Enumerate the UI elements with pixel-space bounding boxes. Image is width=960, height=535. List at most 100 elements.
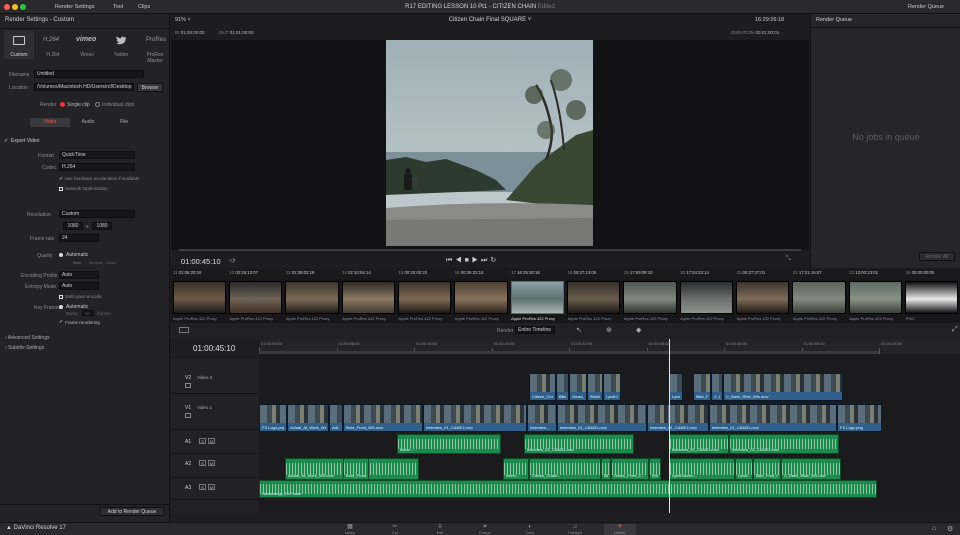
zoom-dot[interactable] (20, 4, 26, 10)
codec-select[interactable]: H.264 (59, 163, 135, 171)
video-clip[interactable]: Citizen_Chain... (529, 373, 556, 401)
clip-thumbnail[interactable] (567, 281, 621, 314)
page-edit[interactable]: ≡ Edit (424, 524, 456, 535)
pointer-icon[interactable]: ↖ (576, 326, 582, 334)
video-clip[interactable]: Interview... (527, 404, 557, 432)
timeline-options-icon[interactable] (179, 327, 189, 333)
format-select[interactable]: QuickTime (59, 151, 135, 159)
reverse-icon[interactable]: ◀ (455, 257, 464, 264)
clip-thumbnail[interactable] (228, 281, 283, 314)
encoding-profile-select[interactable]: Auto (59, 271, 99, 279)
quality-best[interactable]: Best (73, 260, 81, 265)
timeline-ruler[interactable]: 01:00:00:00 01:00:08:00 01:00:16:00 01:00:2… (259, 339, 960, 354)
go-start-icon[interactable]: ⏮ (446, 257, 455, 264)
page-media[interactable]: ▦ Media (334, 524, 366, 535)
tab-file[interactable]: File (106, 118, 142, 127)
multipass-checkbox[interactable] (59, 295, 63, 299)
track-monitor-icon[interactable] (185, 383, 191, 388)
video-clip[interactable]: Working_... (587, 373, 603, 401)
video-clip[interactable]: FX Logo.png (259, 404, 287, 432)
video-clip[interactable]: Gears_Front_C... (569, 373, 587, 401)
fullscreen-icon[interactable]: ⤡ (786, 256, 791, 263)
loop-icon[interactable]: ↻ (490, 257, 499, 264)
video-clip[interactable]: Interview_01_CAM01.mov (647, 404, 709, 432)
render-range-select[interactable]: Entire Timeline (515, 326, 555, 334)
tab-video[interactable]: Video (30, 118, 70, 127)
entropy-mode-select[interactable]: Auto (59, 282, 99, 290)
settings-icon[interactable]: ⚙ (947, 525, 953, 533)
clip-thumbnail[interactable] (285, 281, 339, 314)
link-icon[interactable]: ⊕ (606, 326, 612, 334)
clip-thumbnail[interactable] (341, 281, 395, 314)
timeline-name[interactable]: Citizen Chain Final SQUARE ˅ (371, 17, 609, 23)
clip-thumbnail[interactable] (623, 281, 677, 314)
clip-thumbnail[interactable] (397, 281, 452, 314)
track-mute-button[interactable]: M (208, 460, 215, 466)
audio-clip[interactable]: Hooterangs_DOT.wav (259, 480, 877, 498)
video-clip[interactable]: Interview_01_CAM01.mov (557, 404, 647, 432)
preset-prores[interactable]: ProRes ProRes Master (140, 31, 170, 64)
audio-clip[interactable]: Lyndi... (735, 458, 753, 480)
audio-clip[interactable]: Interview_01_CAM01.mov (669, 434, 729, 454)
clip-thumbnail[interactable] (905, 281, 959, 314)
page-fairlight[interactable]: ♫ Fairlight (559, 524, 591, 535)
video-clip[interactable]: Lyndi... (669, 373, 683, 401)
keyframes-auto-radio[interactable] (59, 305, 63, 309)
track-solo-button[interactable]: S (199, 484, 206, 490)
audio-clip[interactable]: Bike_P... (601, 458, 611, 480)
video-clip[interactable]: Bore_Front_WS.mov (343, 404, 423, 432)
track-mute-button[interactable]: M (208, 484, 215, 490)
audio-clip[interactable]: Bore_Front_WS.mov (343, 458, 369, 480)
scrubber[interactable] (179, 249, 801, 251)
keyframes-every-input[interactable]: 12 (82, 310, 94, 316)
clip-thumbnail[interactable] (848, 281, 903, 314)
preset-twitter[interactable]: Twitter (106, 31, 136, 59)
audio-clip[interactable]: Lyndi Accen... (669, 458, 735, 480)
video-clip[interactable]: FX Logo.png (837, 404, 882, 432)
resolution-height-input[interactable]: 1080 (92, 222, 112, 230)
zoom-level[interactable]: 91% ˅ (175, 17, 191, 23)
page-fusion[interactable]: ✶ Fusion (469, 524, 501, 535)
track-solo-button[interactable]: S (199, 460, 206, 466)
video-clip[interactable]: Bike_P... (556, 373, 569, 401)
stop-icon[interactable]: ■ (465, 257, 472, 264)
page-color[interactable]: ◐ Color (514, 524, 546, 535)
track-monitor-icon[interactable] (185, 413, 191, 418)
subtitle-settings-row[interactable]: › Subtitle Settings (5, 345, 44, 351)
tab-audio[interactable]: Audio (70, 118, 106, 127)
marker-icon[interactable]: ◆ (636, 326, 641, 334)
audio-icon[interactable]: ◁› (229, 257, 236, 264)
playhead[interactable] (669, 339, 670, 513)
audio-clip[interactable]: Working_... (649, 458, 661, 480)
hw-accel-check[interactable]: ✓ (59, 176, 63, 182)
track-mute-button[interactable]: M (208, 438, 215, 444)
quality-auto-radio[interactable] (59, 253, 63, 257)
clip-thumbnail[interactable] (510, 281, 564, 314)
browse-button[interactable]: Browse (137, 83, 163, 92)
preset-custom[interactable]: Custom (4, 31, 34, 59)
video-clip[interactable]: Arti... (329, 404, 343, 432)
page-deliver[interactable]: ✈ Deliver (604, 524, 636, 535)
clip-thumbnail[interactable] (679, 281, 734, 314)
tool-toggle[interactable]: Tool (110, 2, 126, 12)
location-input[interactable]: /Volumes/Macintosh HD/Users/rcf/Desktop (34, 83, 134, 91)
frame-reorder-check[interactable]: ✓ (59, 319, 63, 325)
video-clip[interactable]: Actual_At_Work_Ws... (287, 404, 329, 432)
go-end-icon[interactable]: ⏭ (481, 257, 490, 264)
filename-input[interactable]: Untitled (34, 70, 144, 78)
quality-least[interactable]: Least (106, 260, 116, 265)
audio-clip[interactable]: C_Bank_Ride_WS.mov (781, 458, 841, 480)
add-to-render-queue-button[interactable]: Add to Render Queue (100, 507, 164, 516)
individual-clips-radio[interactable] (95, 102, 100, 107)
close-dot[interactable] (4, 4, 10, 10)
video-clip[interactable]: Interview_01_CAM01.mov (709, 404, 837, 432)
audio-clip[interactable]: Bike_Foot_Cu_WS... (753, 458, 781, 480)
clip-thumbnail[interactable] (792, 281, 846, 314)
track-solo-button[interactable]: S (199, 438, 206, 444)
page-cut[interactable]: ✂ Cut (379, 524, 411, 535)
audio-clip[interactable]: Interv... (503, 458, 529, 480)
quality-medium[interactable]: Medium (89, 260, 103, 265)
video-clip[interactable]: Interview_01_CAM01.mov (423, 404, 527, 432)
fullscreen-timeline-icon[interactable]: ⤢ (952, 326, 958, 334)
advanced-settings-row[interactable]: › Advanced Settings (5, 335, 49, 341)
